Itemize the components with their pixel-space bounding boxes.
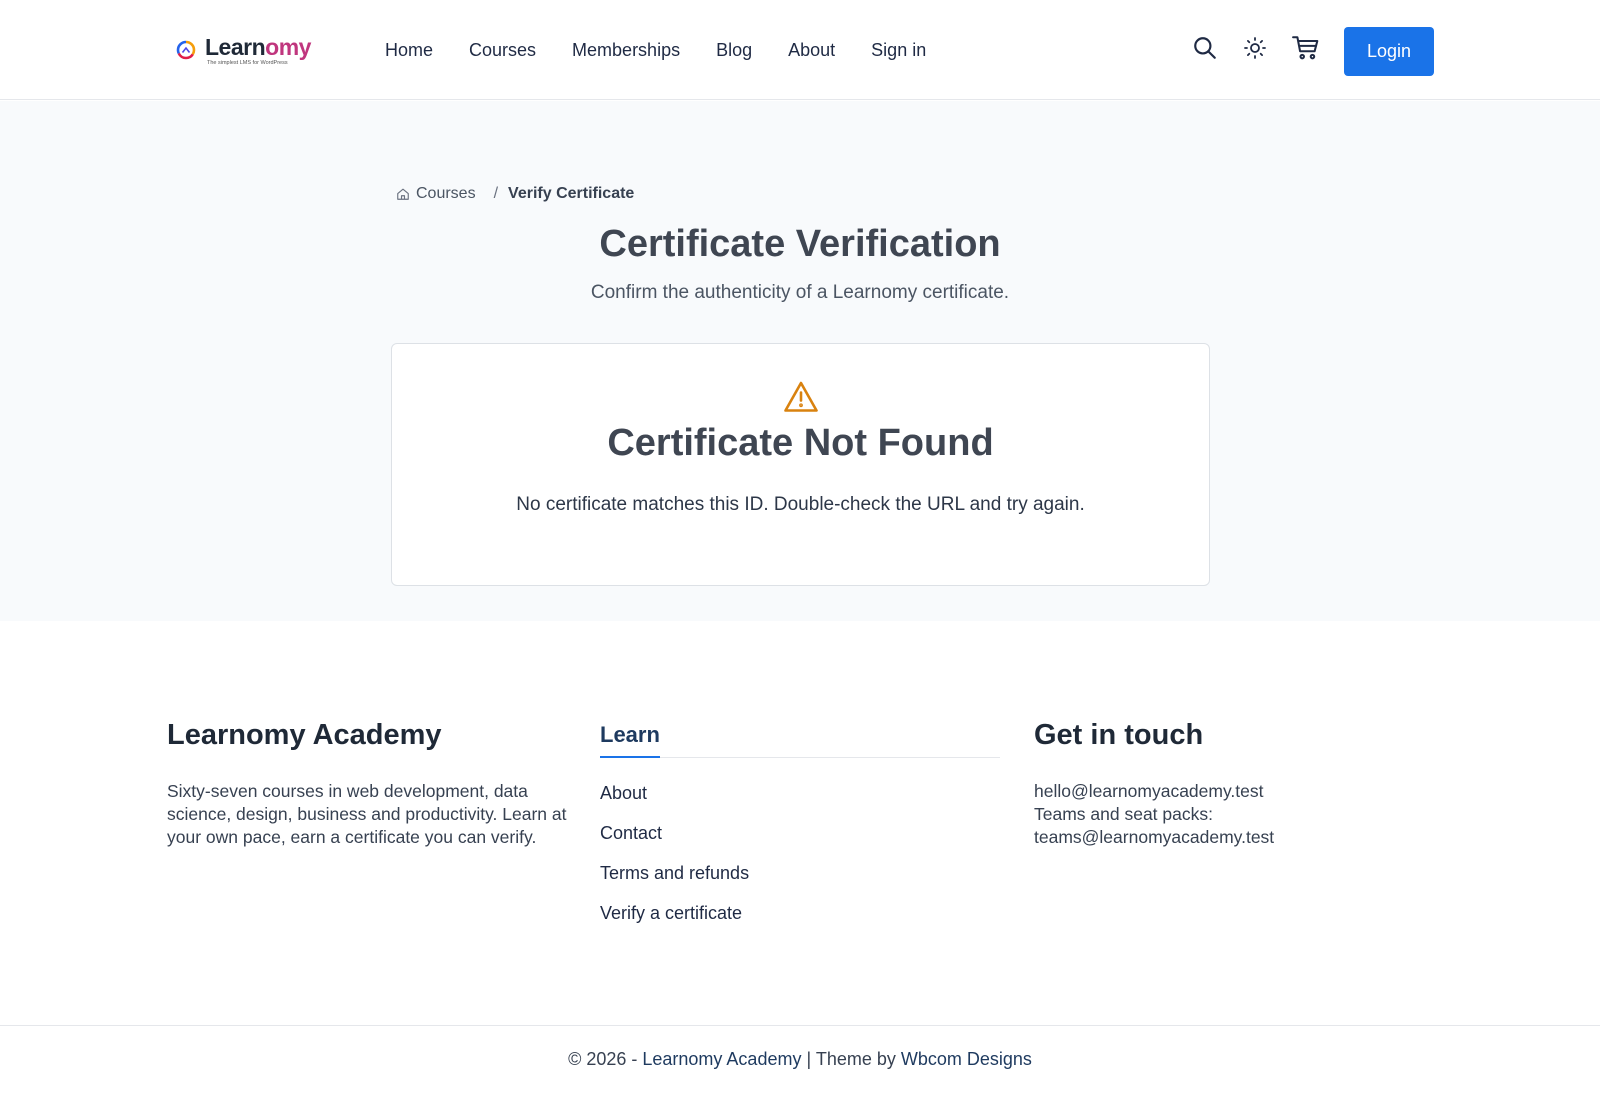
logo-wordmark-part1: Learn <box>205 34 266 60</box>
footer-learn: Learn About Contact Terms and refunds Ve… <box>600 718 1000 942</box>
footer-link-contact[interactable]: Contact <box>600 822 1000 844</box>
breadcrumb-separator: / <box>493 185 499 202</box>
nav-home[interactable]: Home <box>385 38 433 62</box>
footer-teams-email[interactable]: teams@learnomyacademy.test <box>1034 826 1274 849</box>
login-button[interactable]: Login <box>1344 27 1434 76</box>
breadcrumb-current: Verify Certificate <box>508 185 635 202</box>
footer-about-title: Learnomy Academy <box>167 719 442 751</box>
nav-courses[interactable]: Courses <box>469 38 536 62</box>
footer-contact-title: Get in touch <box>1034 719 1204 751</box>
copyright-site-link[interactable]: Learnomy Academy <box>642 1049 801 1069</box>
home-icon <box>397 188 409 200</box>
page-title: Certificate Verification <box>599 223 1001 265</box>
footer-learn-title: Learn <box>600 718 660 758</box>
verification-result-card: Certificate Not Found No certificate mat… <box>391 343 1210 586</box>
main-content: Courses / Verify Certificate Certificate… <box>0 101 1600 621</box>
page-subtitle: Confirm the authenticity of a Learnomy c… <box>590 282 1010 303</box>
copyright: © 2026 - Learnomy Academy | Theme by Wbc… <box>0 1049 1600 1070</box>
copyright-theme-by: Theme by <box>815 1049 901 1069</box>
breadcrumb-courses-link[interactable]: Courses <box>416 185 476 203</box>
site-logo[interactable]: Learnomy The simplest LMS for WordPress <box>175 34 311 66</box>
copyright-theme-author-link[interactable]: Wbcom Designs <box>901 1049 1032 1069</box>
footer-about: Learnomy Academy Sixty-seven courses in … <box>167 718 567 849</box>
main-nav: Home Courses Memberships Blog About Sign… <box>385 38 962 62</box>
footer-teams-label: Teams and seat packs: <box>1034 804 1213 824</box>
footer-contact-email[interactable]: hello@learnomyacademy.test <box>1034 780 1274 803</box>
cart-icon <box>1292 36 1319 60</box>
logo-tagline: The simplest LMS for WordPress <box>207 60 288 66</box>
footer-link-terms[interactable]: Terms and refunds <box>600 862 1000 884</box>
footer-contact: Get in touch hello@learnomyacademy.test … <box>1034 718 1274 849</box>
nav-about[interactable]: About <box>788 38 835 62</box>
footer-learn-divider <box>600 757 1000 758</box>
footer-link-about[interactable]: About <box>600 782 1000 804</box>
footer-link-verify-certificate[interactable]: Verify a certificate <box>600 902 1000 924</box>
site-header: Learnomy The simplest LMS for WordPress … <box>0 0 1600 100</box>
footer-bottom-bar: © 2026 - Learnomy Academy | Theme by Wbc… <box>0 1025 1600 1093</box>
copyright-prefix: © 2026 - <box>568 1049 643 1069</box>
logo-wordmark: Learnomy <box>205 34 311 60</box>
nav-sign-in[interactable]: Sign in <box>871 38 926 62</box>
search-icon <box>1194 37 1216 59</box>
footer-about-text: Sixty-seven courses in web development, … <box>167 781 567 847</box>
theme-toggle-button[interactable] <box>1240 33 1270 63</box>
result-message: No certificate matches this ID. Double-c… <box>516 494 1085 515</box>
warning-icon <box>784 381 818 412</box>
cart-button[interactable] <box>1291 33 1321 63</box>
search-button[interactable] <box>1190 33 1220 63</box>
sun-icon <box>1244 37 1266 59</box>
logo-mark-icon <box>176 40 196 60</box>
nav-memberships[interactable]: Memberships <box>572 38 680 62</box>
nav-blog[interactable]: Blog <box>716 38 752 62</box>
logo-wordmark-part2: omy <box>265 34 311 60</box>
breadcrumb: Courses / Verify Certificate <box>396 185 634 203</box>
result-title: Certificate Not Found <box>607 422 994 464</box>
copyright-divider: | <box>801 1049 816 1069</box>
footer-learn-links: About Contact Terms and refunds Verify a… <box>600 782 1000 924</box>
